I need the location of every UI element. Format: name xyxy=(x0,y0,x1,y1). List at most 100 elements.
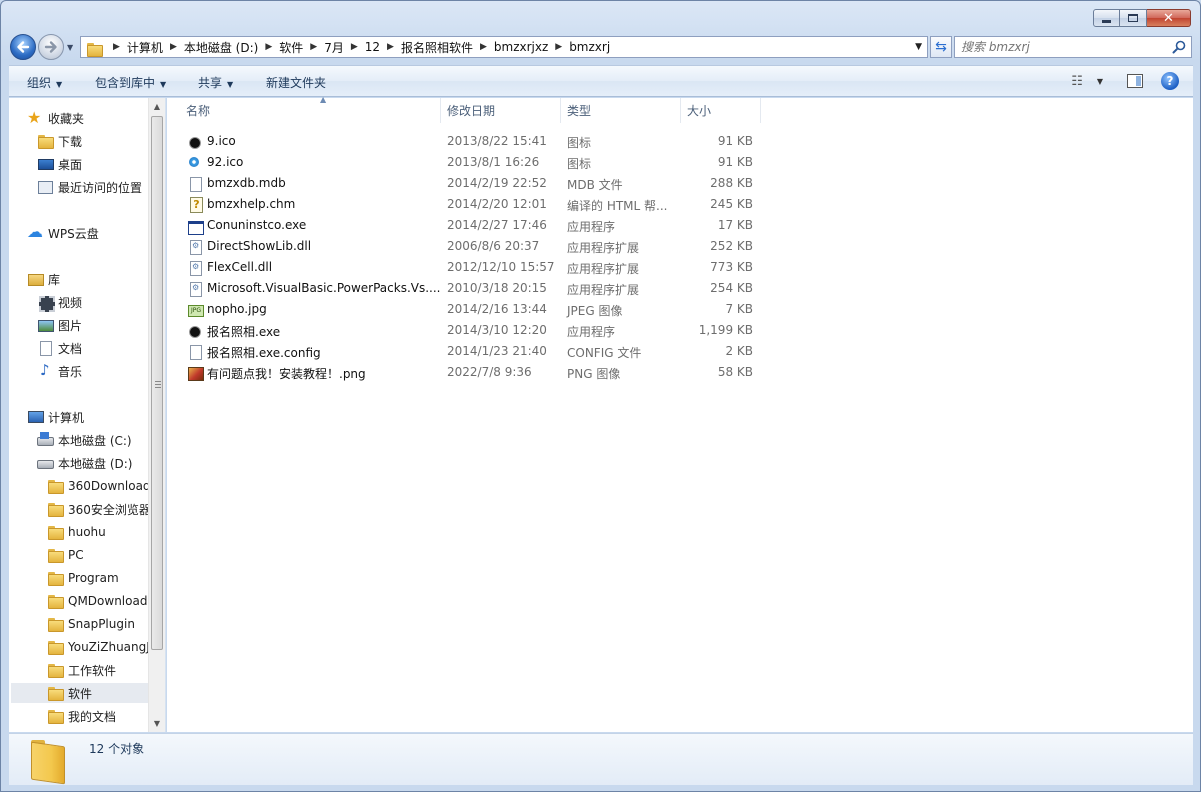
nav-folder-youzizhuangj[interactable]: YouZiZhuangJ xyxy=(47,637,149,657)
include-in-library-menu[interactable]: 包含到库中 ▼ xyxy=(95,74,166,91)
file-name: nopho.jpg xyxy=(207,302,267,316)
help-button[interactable]: ? xyxy=(1161,72,1179,90)
minimize-button[interactable] xyxy=(1093,9,1120,27)
column-size-label: 大小 xyxy=(687,104,712,118)
close-button[interactable]: ✕ xyxy=(1147,9,1191,27)
column-header-type[interactable]: 类型 xyxy=(561,98,681,123)
breadcrumb-july[interactable]: 7月 xyxy=(324,39,344,56)
scroll-thumb[interactable] xyxy=(151,116,163,650)
file-row[interactable]: 报名照相.exe 2014/3/10 12:20 应用程序 1,199 KB xyxy=(181,320,761,341)
recent-pages-dropdown[interactable]: ▼ xyxy=(67,43,73,52)
file-row[interactable]: 9.ico 2013/8/22 15:41 图标 91 KB xyxy=(181,131,761,152)
nav-item-pictures[interactable]: 图片 xyxy=(37,315,82,335)
file-row[interactable]: bmzxhelp.chm 2014/2/20 12:01 编译的 HTML 帮.… xyxy=(181,194,761,215)
file-size: 288 KB xyxy=(710,176,753,190)
nav-item-desktop[interactable]: 桌面 xyxy=(37,154,82,174)
nav-folder-huohu[interactable]: huohu xyxy=(47,522,149,542)
nav-folder-software[interactable]: 软件 xyxy=(11,683,149,703)
preview-pane-button[interactable] xyxy=(1127,74,1143,88)
picture-icon xyxy=(37,317,54,333)
nav-item-label: 360Download xyxy=(68,479,149,493)
scroll-up-icon[interactable]: ▲ xyxy=(149,98,165,115)
file-name: 报名照相.exe.config xyxy=(207,346,321,360)
back-button[interactable] xyxy=(10,34,36,60)
column-header-date[interactable]: 修改日期 xyxy=(441,98,561,123)
nav-folder-360download[interactable]: 360Download xyxy=(47,476,149,496)
nav-favorites[interactable]: 收藏夹 xyxy=(27,108,84,128)
file-type: 应用程序扩展 xyxy=(567,241,640,255)
breadcrumb-bmzxrjxz[interactable]: bmzxrjxz xyxy=(494,40,548,54)
chevron-right-icon[interactable]: ▶ xyxy=(351,42,358,52)
column-header-name[interactable]: ▲ 名称 xyxy=(180,95,441,123)
search-icon[interactable] xyxy=(1171,39,1187,55)
nav-drive-c[interactable]: 本地磁盘 (C:) xyxy=(37,430,132,450)
document-icon xyxy=(37,340,53,356)
organize-menu[interactable]: 组织 ▼ xyxy=(27,74,62,91)
nav-item-downloads[interactable]: 下载 xyxy=(37,131,82,151)
view-details-icon: ☷ xyxy=(1071,74,1083,89)
chevron-right-icon[interactable]: ▶ xyxy=(555,42,562,52)
nav-folder-program[interactable]: Program xyxy=(47,568,149,588)
nav-drive-d[interactable]: 本地磁盘 (D:) xyxy=(37,453,132,473)
nav-item-music[interactable]: 音乐 xyxy=(37,361,82,381)
file-date: 2014/3/10 12:20 xyxy=(447,323,547,337)
change-view-button[interactable]: ☷ ▼ xyxy=(1071,74,1103,89)
file-row[interactable]: nopho.jpg 2014/2/16 13:44 JPEG 图像 7 KB xyxy=(181,299,761,320)
nav-folder-snapplugin[interactable]: SnapPlugin xyxy=(47,614,149,634)
breadcrumb-photo-software[interactable]: 报名照相软件 xyxy=(401,39,473,56)
nav-item-videos[interactable]: 视频 xyxy=(37,292,82,312)
column-header-size[interactable]: 大小 xyxy=(681,98,761,123)
file-row[interactable]: 报名照相.exe.config 2014/1/23 21:40 CONFIG 文… xyxy=(181,341,761,362)
file-date: 2014/2/20 12:01 xyxy=(447,197,547,211)
nav-item-recent-places[interactable]: 最近访问的位置 xyxy=(37,177,142,197)
folder-icon xyxy=(47,708,64,724)
breadcrumb-bmzxrj[interactable]: bmzxrj xyxy=(569,40,610,54)
chevron-right-icon[interactable]: ▶ xyxy=(170,42,177,52)
nav-item-label: YouZiZhuangJ xyxy=(68,640,149,654)
chevron-right-icon[interactable]: ▶ xyxy=(113,42,120,52)
chevron-right-icon[interactable]: ▶ xyxy=(480,42,487,52)
nav-folder-pc[interactable]: PC xyxy=(47,545,149,565)
nav-folder-360browser[interactable]: 360安全浏览器 xyxy=(47,499,149,519)
share-menu[interactable]: 共享 ▼ xyxy=(198,74,233,91)
search-box[interactable] xyxy=(954,36,1192,58)
file-row[interactable]: 92.ico 2013/8/1 16:26 图标 91 KB xyxy=(181,152,761,173)
help-file-icon xyxy=(187,197,203,213)
breadcrumb-software[interactable]: 软件 xyxy=(279,39,303,56)
nav-folder-qmdownload[interactable]: QMDownload xyxy=(47,591,149,611)
scroll-down-icon[interactable]: ▼ xyxy=(149,715,165,732)
new-folder-button[interactable]: 新建文件夹 xyxy=(266,74,326,91)
nav-scrollbar[interactable]: ▲ ▼ xyxy=(148,98,165,732)
nav-item-documents[interactable]: 文档 xyxy=(37,338,82,358)
file-type: MDB 文件 xyxy=(567,178,623,192)
forward-button[interactable] xyxy=(38,34,64,60)
icon-file-icon xyxy=(187,155,203,171)
maximize-button[interactable] xyxy=(1120,9,1147,27)
file-row[interactable]: FlexCell.dll 2012/12/10 15:57 应用程序扩展 773… xyxy=(181,257,761,278)
nav-computer[interactable]: 计算机 xyxy=(27,407,84,427)
breadcrumb-12[interactable]: 12 xyxy=(365,40,380,54)
nav-libraries[interactable]: 库 xyxy=(27,269,60,289)
chevron-right-icon[interactable]: ▶ xyxy=(265,42,272,52)
nav-folder-work-software[interactable]: 工作软件 xyxy=(47,660,149,680)
file-row[interactable]: 有问题点我！安装教程！.png 2022/7/8 9:36 PNG 图像 58 … xyxy=(181,362,761,383)
file-row[interactable]: DirectShowLib.dll 2006/8/6 20:37 应用程序扩展 … xyxy=(181,236,761,257)
chevron-right-icon[interactable]: ▶ xyxy=(387,42,394,52)
breadcrumb-computer[interactable]: 计算机 xyxy=(127,39,163,56)
refresh-button[interactable]: ⇆ xyxy=(930,36,952,58)
file-date: 2014/1/23 21:40 xyxy=(447,344,547,358)
address-bar[interactable]: ▶ 计算机 ▶ 本地磁盘 (D:) ▶ 软件 ▶ 7月 ▶ 12 ▶ 报名照相软… xyxy=(80,36,928,58)
breadcrumb-drive-d[interactable]: 本地磁盘 (D:) xyxy=(184,39,258,56)
file-row[interactable]: Microsoft.VisualBasic.PowerPacks.Vs.... … xyxy=(181,278,761,299)
refresh-icon: ⇆ xyxy=(935,39,947,55)
file-row[interactable]: bmzxdb.mdb 2014/2/19 22:52 MDB 文件 288 KB xyxy=(181,173,761,194)
nav-item-label: QMDownload xyxy=(68,594,148,608)
nav-folder-my-documents[interactable]: 我的文档 xyxy=(47,706,149,726)
nav-wps-cloud[interactable]: WPS云盘 xyxy=(27,223,99,243)
address-history-dropdown[interactable]: ▼ xyxy=(915,42,922,52)
search-input[interactable] xyxy=(961,40,1171,54)
nav-item-label: 本地磁盘 (C:) xyxy=(58,433,132,448)
chevron-right-icon[interactable]: ▶ xyxy=(310,42,317,52)
file-row[interactable]: Conuninstco.exe 2014/2/27 17:46 应用程序 17 … xyxy=(181,215,761,236)
arrow-right-icon xyxy=(44,41,57,53)
